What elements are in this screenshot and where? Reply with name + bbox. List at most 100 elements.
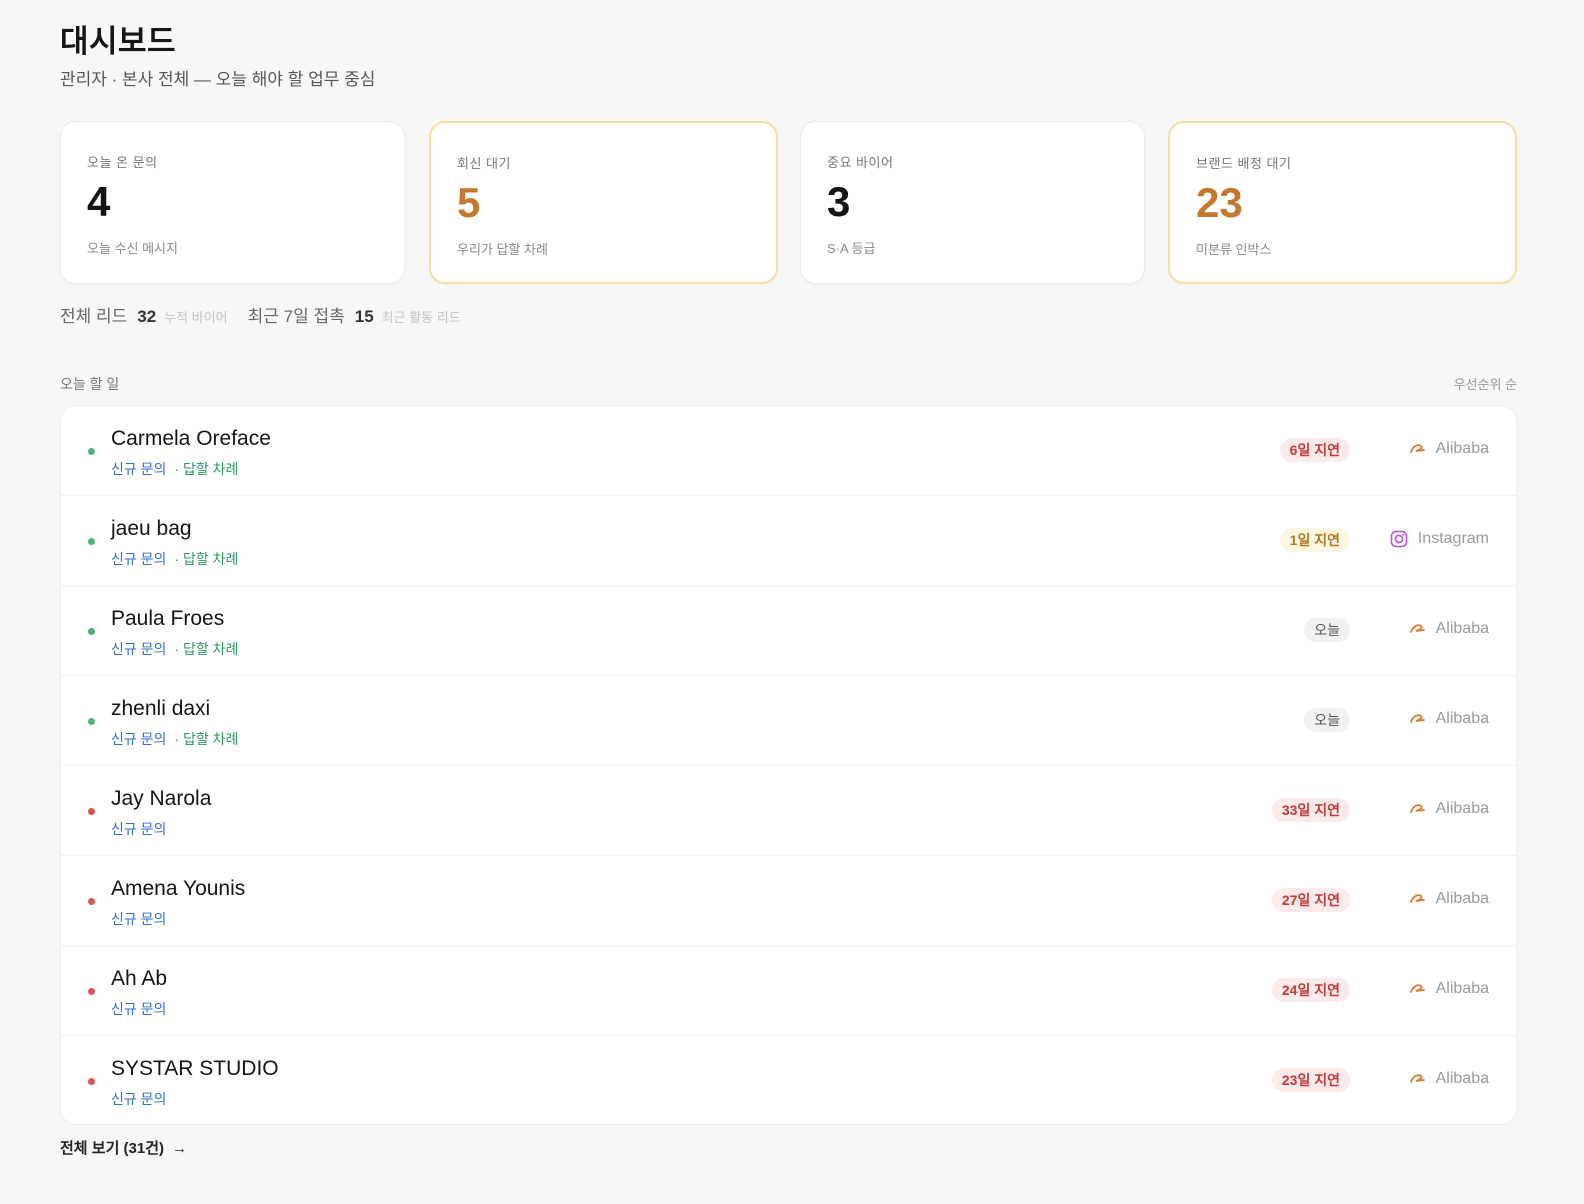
- card-label: 오늘 온 문의: [87, 155, 158, 170]
- source-channel: Alibaba: [1409, 1070, 1489, 1088]
- stat-total-label: 전체 리드: [60, 307, 128, 326]
- card-label: 회신 대기: [457, 156, 511, 171]
- status-dot: [88, 628, 95, 635]
- lead-name[interactable]: Paula Froes: [111, 607, 224, 631]
- stat-recent-label: 최근 7일 접촉: [247, 307, 345, 326]
- status-dot: [88, 988, 95, 995]
- source-label: Alibaba: [1435, 980, 1489, 997]
- status-dot: [88, 448, 95, 455]
- stat-recent-hint: 최근 활동 리드: [381, 310, 461, 325]
- card-value: 5: [457, 179, 481, 226]
- status-dot: [88, 898, 95, 905]
- card-sub: 우리가 답할 차례: [457, 242, 548, 257]
- lead-tags: 신규 문의 · 답할 차례: [111, 549, 238, 569]
- tag-new-inquiry: 신규 문의: [111, 1001, 167, 1017]
- delay-badge: 27일 지연: [1271, 888, 1350, 912]
- stat-total-hint: 누적 바이어: [164, 310, 228, 325]
- tag-new-inquiry: 신규 문의: [111, 461, 167, 477]
- delay-badge: 오늘: [1304, 618, 1350, 642]
- card-sub: S·A 등급: [827, 241, 876, 256]
- tag-new-inquiry: 신규 문의: [111, 1091, 167, 1107]
- card-awaiting-reply[interactable]: 회신 대기 5 우리가 답할 차례: [429, 121, 778, 284]
- stat-total-value: 32: [137, 307, 157, 326]
- lead-name[interactable]: Carmela Oreface: [111, 427, 271, 451]
- delay-badge: 24일 지연: [1271, 978, 1350, 1002]
- alibaba-icon: [1409, 623, 1436, 635]
- status-dot: [88, 718, 95, 725]
- list-item[interactable]: zhenli daxi 신규 문의 · 답할 차례 오늘 Alibaba: [61, 676, 1516, 766]
- tag-new-inquiry: 신규 문의: [111, 911, 167, 927]
- source-label: Alibaba: [1435, 710, 1489, 727]
- card-label: 브랜드 배정 대기: [1196, 156, 1292, 171]
- alibaba-icon: [1409, 983, 1436, 995]
- delay-badge: 1일 지연: [1279, 528, 1350, 552]
- source-label: Instagram: [1417, 530, 1489, 547]
- card-value: 4: [87, 178, 111, 225]
- source-label: Alibaba: [1435, 800, 1489, 817]
- lead-tags: 신규 문의: [111, 819, 166, 839]
- source-channel: Alibaba: [1409, 710, 1489, 728]
- alibaba-icon: [1409, 1073, 1436, 1085]
- card-sub: 오늘 수신 메시지: [87, 241, 178, 256]
- arrow-right-icon: →: [172, 1140, 188, 1157]
- lead-tags: 신규 문의: [111, 909, 166, 929]
- lead-name[interactable]: Jay Narola: [111, 787, 211, 811]
- page-title: 대시보드: [60, 24, 177, 59]
- delay-badge: 6일 지연: [1279, 438, 1350, 462]
- source-label: Alibaba: [1435, 1070, 1489, 1087]
- lead-tags: 신규 문의 · 답할 차례: [111, 729, 238, 749]
- alibaba-icon: [1409, 443, 1436, 455]
- lead-name[interactable]: Amena Younis: [111, 877, 245, 901]
- card-key-buyers[interactable]: 중요 바이어 3 S·A 등급: [800, 121, 1145, 284]
- list-item[interactable]: Jay Narola 신규 문의 33일 지연 Alibaba: [61, 766, 1516, 856]
- delay-badge: 33일 지연: [1271, 798, 1350, 822]
- lead-name[interactable]: Ah Ab: [111, 967, 167, 991]
- status-dot: [88, 538, 95, 545]
- source-label: Alibaba: [1435, 620, 1489, 637]
- card-sub: 미분류 인박스: [1196, 242, 1272, 257]
- tag-our-turn: · 답할 차례: [174, 641, 239, 657]
- list-item[interactable]: Paula Froes 신규 문의 · 답할 차례 오늘 Alibaba: [61, 586, 1516, 676]
- card-value: 23: [1196, 179, 1243, 226]
- tag-our-turn: · 답할 차례: [174, 461, 239, 477]
- lead-tags: 신규 문의: [111, 999, 166, 1019]
- lead-tags: 신규 문의 · 답할 차례: [111, 639, 238, 659]
- lead-name[interactable]: zhenli daxi: [111, 697, 210, 721]
- delay-badge: 23일 지연: [1271, 1068, 1350, 1092]
- card-today-inquiries[interactable]: 오늘 온 문의 4 오늘 수신 메시지: [60, 121, 405, 284]
- source-channel: Alibaba: [1409, 440, 1489, 458]
- tag-new-inquiry: 신규 문의: [111, 731, 167, 747]
- sort-label[interactable]: 우선순위 순: [1454, 374, 1517, 393]
- list-item[interactable]: Amena Younis 신규 문의 27일 지연 Alibaba: [61, 856, 1516, 946]
- status-dot: [88, 808, 95, 815]
- lead-name[interactable]: jaeu bag: [111, 517, 192, 541]
- list-item[interactable]: jaeu bag 신규 문의 · 답할 차례 1일 지연 Instagram: [61, 496, 1516, 586]
- alibaba-icon: [1409, 803, 1436, 815]
- card-label: 중요 바이어: [827, 155, 894, 170]
- source-channel: Alibaba: [1409, 800, 1489, 818]
- view-all-label: 전체 보기 (31건): [60, 1140, 165, 1157]
- source-label: Alibaba: [1435, 440, 1489, 457]
- stat-recent-value: 15: [354, 307, 374, 326]
- lead-tags: 신규 문의: [111, 1089, 166, 1109]
- status-dot: [88, 1078, 95, 1085]
- stats-line: 전체 리드 32 누적 바이어 최근 7일 접촉 15 최근 활동 리드: [60, 302, 461, 327]
- list-item[interactable]: SYSTAR STUDIO 신규 문의 23일 지연 Alibaba: [61, 1036, 1516, 1124]
- delay-badge: 오늘: [1304, 708, 1350, 732]
- card-brand-assignment[interactable]: 브랜드 배정 대기 23 미분류 인박스: [1168, 121, 1517, 284]
- lead-name[interactable]: SYSTAR STUDIO: [111, 1057, 279, 1081]
- instagram-icon: [1390, 530, 1418, 548]
- section-title: 오늘 할 일: [60, 376, 120, 392]
- source-label: Alibaba: [1435, 890, 1489, 907]
- tag-new-inquiry: 신규 문의: [111, 641, 167, 657]
- list-item[interactable]: Carmela Oreface 신규 문의 · 답할 차례 6일 지연 Alibaba: [61, 406, 1516, 496]
- source-channel: Alibaba: [1409, 620, 1489, 638]
- todo-list: Carmela Oreface 신규 문의 · 답할 차례 6일 지연 Alibaba j…: [60, 405, 1517, 1125]
- alibaba-icon: [1409, 893, 1436, 905]
- tag-our-turn: · 답할 차례: [174, 551, 239, 567]
- source-channel: Alibaba: [1409, 890, 1489, 908]
- list-item[interactable]: Ah Ab 신규 문의 24일 지연 Alibaba: [61, 946, 1516, 1036]
- view-all-link[interactable]: 전체 보기 (31건) →: [60, 1137, 187, 1158]
- page-subtitle: 관리자 · 본사 전체 — 오늘 해야 할 업무 중심: [60, 70, 376, 89]
- tag-our-turn: · 답할 차례: [174, 731, 239, 747]
